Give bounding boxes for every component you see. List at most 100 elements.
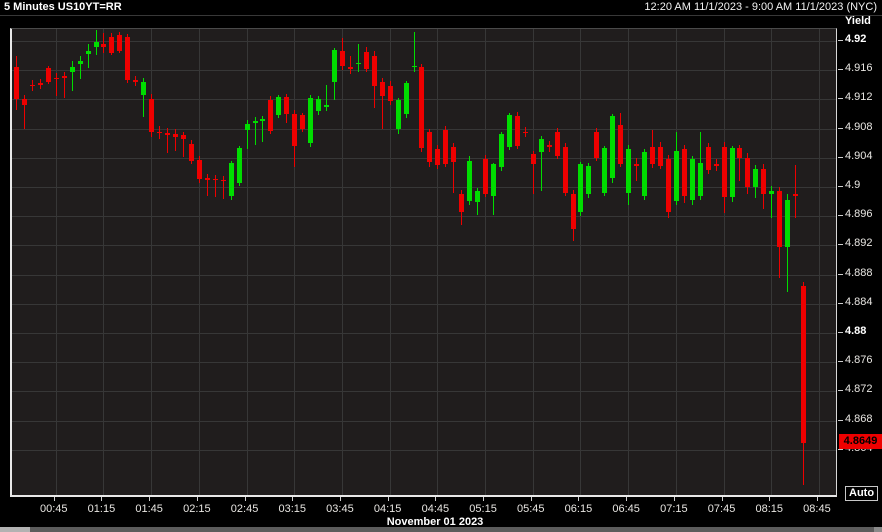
time-range-label: 12:20 AM 11/1/2023 - 9:00 AM 11/1/2023 (… — [644, 1, 877, 13]
candle-wick — [71, 61, 73, 91]
candle — [196, 159, 202, 179]
candle — [61, 76, 67, 78]
candle — [665, 159, 671, 212]
candle — [276, 97, 282, 115]
candle — [777, 190, 783, 247]
candle — [125, 37, 131, 81]
candle — [403, 83, 409, 114]
vertical-gridline — [246, 29, 248, 495]
candle — [801, 285, 807, 444]
candle — [149, 98, 155, 132]
candle — [268, 100, 274, 131]
candle-wick — [175, 129, 176, 152]
y-tick-label: 4.88 — [845, 325, 867, 337]
chart-window: 5 Minutes US10YT=RR 12:20 AM 11/1/2023 -… — [0, 0, 882, 532]
candle — [681, 149, 687, 196]
candle — [467, 160, 473, 201]
y-tick-mark — [838, 273, 843, 275]
horizontal-gridline — [12, 333, 836, 334]
candle-wick — [357, 43, 359, 72]
candle — [459, 194, 465, 212]
candle-wick — [326, 84, 328, 112]
y-tick-mark — [838, 156, 843, 158]
vertical-gridline — [628, 29, 630, 495]
candle — [594, 131, 600, 158]
candle-wick — [103, 32, 105, 53]
horizontal-gridline — [12, 157, 836, 159]
x-tick-mark — [721, 497, 723, 501]
vertical-gridline — [55, 29, 57, 495]
horizontal-gridline — [12, 362, 836, 364]
x-tick-mark — [483, 497, 485, 501]
candle — [419, 67, 425, 149]
candle — [411, 65, 417, 68]
candle — [785, 200, 791, 247]
x-tick-mark — [530, 497, 532, 501]
y-tick-label: 4.884 — [845, 295, 873, 308]
candle — [109, 36, 115, 53]
candle — [562, 146, 568, 193]
x-tick-mark — [673, 497, 675, 501]
candle — [371, 55, 377, 86]
horizontal-gridline — [12, 303, 836, 305]
horizontal-gridline — [12, 420, 836, 422]
candle-wick — [87, 43, 89, 68]
vertical-gridline — [675, 29, 677, 495]
y-tick-label: 4.912 — [845, 91, 873, 104]
y-tick-mark — [838, 332, 843, 333]
horizontal-scrollbar[interactable] — [0, 527, 882, 532]
candle — [737, 148, 743, 158]
y-tick-mark — [838, 244, 843, 246]
candle-wick — [206, 173, 208, 196]
x-tick-mark — [769, 497, 771, 501]
x-tick-mark — [244, 497, 246, 501]
candle — [260, 119, 266, 121]
candle — [506, 114, 512, 147]
horizontal-gridline — [12, 274, 836, 276]
candle — [546, 145, 552, 147]
candle-wick — [795, 165, 797, 218]
candle — [395, 100, 401, 129]
auto-scale-button[interactable]: Auto — [845, 486, 879, 501]
horizontal-gridline — [12, 245, 836, 247]
vertical-gridline — [723, 29, 725, 495]
x-tick-label: 08:45 — [803, 503, 831, 515]
candle — [316, 99, 322, 112]
candle — [530, 154, 536, 164]
scrollbar-thumb[interactable] — [0, 527, 30, 532]
candle-wick — [79, 55, 81, 79]
candle — [21, 99, 27, 106]
plot-area[interactable] — [10, 28, 837, 497]
y-tick-mark — [838, 127, 843, 129]
candle — [634, 164, 640, 166]
candle — [761, 168, 767, 195]
candle — [578, 164, 584, 212]
candle — [642, 151, 648, 196]
header-divider — [0, 15, 882, 16]
y-axis-title: Yield — [845, 15, 871, 27]
candle — [618, 124, 624, 164]
y-tick-label: 4.876 — [845, 354, 873, 367]
candle — [180, 135, 186, 139]
vertical-gridline — [103, 29, 105, 495]
horizontal-gridline — [12, 41, 836, 42]
candle — [53, 77, 59, 79]
candle — [689, 159, 695, 201]
candle — [204, 178, 210, 180]
x-tick-mark — [626, 497, 628, 501]
vertical-gridline — [818, 29, 820, 495]
vertical-gridline — [437, 29, 439, 495]
candle — [570, 194, 576, 230]
candle — [332, 50, 337, 82]
candle — [657, 146, 663, 166]
candle — [69, 67, 75, 72]
x-tick-mark — [578, 497, 580, 501]
candle — [85, 51, 91, 55]
x-tick-mark — [196, 497, 198, 501]
candle — [244, 124, 250, 131]
candle — [363, 51, 369, 69]
y-tick-mark — [838, 390, 843, 392]
candle — [451, 146, 457, 163]
y-tick-label: 4.892 — [845, 237, 873, 250]
candle — [101, 43, 107, 47]
